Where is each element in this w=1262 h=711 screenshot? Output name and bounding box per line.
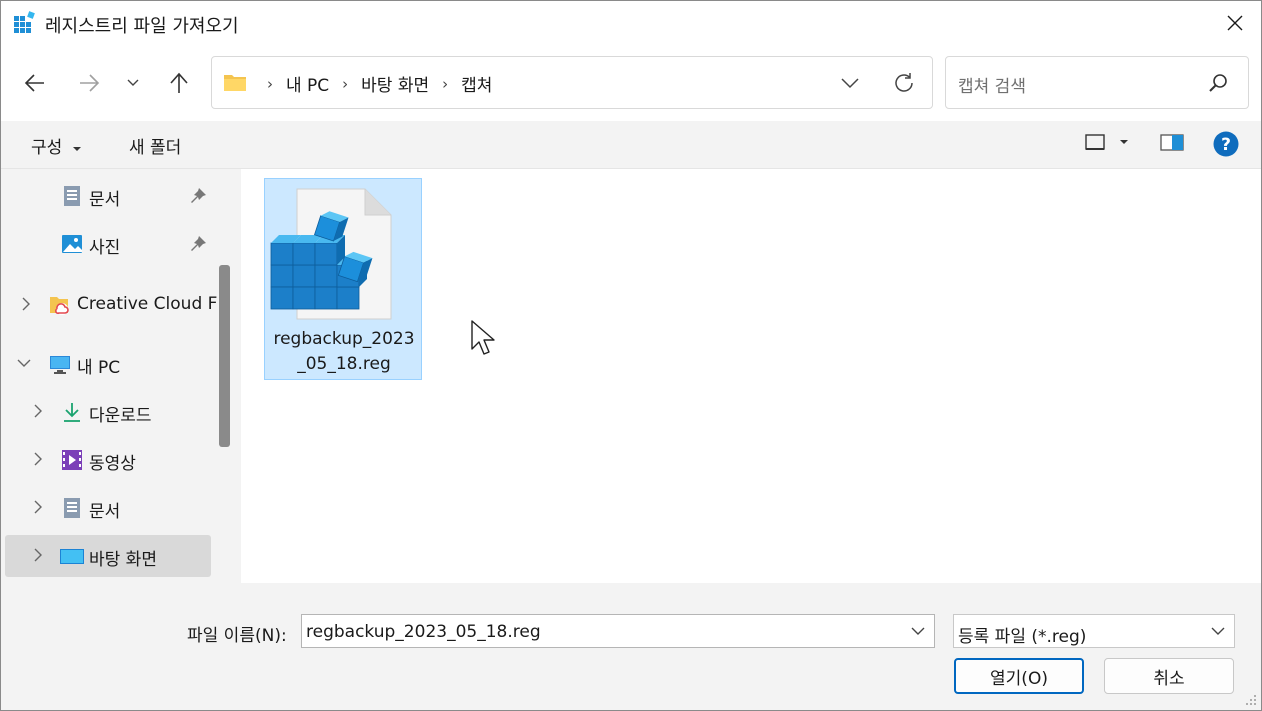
preview-pane-button[interactable]: [1159, 131, 1185, 160]
chevron-down-icon[interactable]: [910, 624, 926, 638]
navigation-bar: › 내 PC › 바탕 화면 › 캡쳐 캡쳐 검색: [1, 45, 1261, 121]
filename-label: 파일 이름(N):: [187, 626, 287, 646]
breadcrumb-separator-icon: ›: [267, 74, 273, 93]
registry-editor-icon: [14, 11, 35, 33]
window-title: 레지스트리 파일 가져오기: [45, 16, 239, 37]
video-icon: [62, 450, 82, 470]
tree-label: Creative Cloud F: [77, 294, 218, 314]
address-history-chevron-icon[interactable]: [838, 73, 862, 93]
caret-down-icon: [72, 147, 81, 151]
tree-item-pictures-pinned[interactable]: 사진: [5, 223, 211, 265]
command-bar: 구성 새 폴더 ?: [1, 121, 1261, 169]
recent-locations-button[interactable]: [115, 65, 151, 101]
navigation-pane: 문서 사진 Creative Cloud F 내 PC 다운로드 동영상 문서 …: [1, 169, 237, 583]
document-icon: [64, 186, 80, 206]
view-layout-icon: [1085, 134, 1128, 150]
nav-pane-scrollbar[interactable]: [219, 265, 230, 447]
organize-button[interactable]: 구성: [31, 133, 82, 158]
up-button[interactable]: [161, 65, 197, 101]
chevron-right-icon[interactable]: [31, 451, 45, 467]
tree-label: 문서: [89, 502, 121, 522]
cancel-button[interactable]: 취소: [1104, 658, 1234, 694]
tree-item-my-pc[interactable]: 내 PC: [5, 343, 211, 385]
forward-button[interactable]: [71, 65, 107, 101]
svg-text:?: ?: [1221, 135, 1231, 155]
search-input[interactable]: 캡쳐 검색: [945, 56, 1249, 109]
new-folder-label: 새 폴더: [129, 138, 182, 158]
tree-label: 바탕 화면: [89, 550, 157, 570]
dialog-footer: 파일 이름(N): regbackup_2023_05_18.reg 등록 파일…: [1, 583, 1261, 710]
help-icon: ?: [1213, 131, 1239, 157]
pin-icon: [191, 188, 206, 203]
file-name-line-1: regbackup_2023: [273, 329, 415, 349]
filetype-value: 등록 파일 (*.reg): [958, 627, 1087, 647]
chevron-down-icon: [127, 79, 139, 86]
chevron-down-icon: [1211, 627, 1225, 635]
file-list: regbackup_2023 _05_18.reg: [241, 169, 1261, 583]
close-button[interactable]: [1209, 1, 1261, 45]
title-bar: 레지스트리 파일 가져오기: [1, 1, 1261, 45]
chevron-right-icon[interactable]: [31, 547, 45, 563]
file-name-line-2: _05_18.reg: [297, 354, 391, 374]
filename-field[interactable]: regbackup_2023_05_18.reg: [301, 614, 935, 648]
cancel-button-label: 취소: [1153, 668, 1185, 689]
arrow-left-icon: [24, 74, 44, 92]
pictures-icon: [62, 235, 82, 253]
creative-cloud-folder-icon: [50, 297, 69, 315]
chevron-right-icon[interactable]: [31, 403, 45, 419]
breadcrumb-desktop[interactable]: 바탕 화면: [357, 71, 433, 96]
tree-item-documents[interactable]: 문서: [5, 487, 211, 529]
breadcrumb-separator-icon: ›: [342, 74, 349, 93]
registry-file-icon: [270, 188, 392, 320]
chevron-down-icon[interactable]: [17, 355, 31, 371]
breadcrumb-capture[interactable]: 캡쳐: [457, 71, 496, 96]
search-placeholder: 캡쳐 검색: [958, 77, 1026, 97]
new-folder-button[interactable]: 새 폴더: [129, 133, 181, 158]
tree-item-videos[interactable]: 동영상: [5, 439, 211, 481]
back-button[interactable]: [17, 65, 53, 101]
search-icon: [1209, 74, 1227, 92]
filename-value: regbackup_2023_05_18.reg: [306, 622, 541, 642]
desktop-icon: [60, 549, 84, 564]
tree-item-documents-pinned[interactable]: 문서: [5, 175, 211, 217]
mouse-cursor-icon: [471, 320, 495, 355]
breadcrumb: › 내 PC › 바탕 화면 › 캡쳐: [258, 71, 496, 97]
preview-pane-icon: [1160, 134, 1184, 151]
file-item[interactable]: regbackup_2023 _05_18.reg: [264, 178, 422, 380]
file-open-dialog: 레지스트리 파일 가져오기 › 내 PC › 바탕 화면 › 캡쳐 캡쳐 검색 …: [0, 0, 1262, 711]
tree-label: 내 PC: [77, 358, 121, 378]
folder-icon: [224, 75, 246, 91]
document-icon: [64, 498, 80, 518]
tree-item-creative-cloud[interactable]: Creative Cloud F: [5, 284, 217, 326]
tree-label: 동영상: [89, 454, 136, 474]
address-bar[interactable]: › 내 PC › 바탕 화면 › 캡쳐: [211, 56, 933, 109]
open-button[interactable]: 열기(O): [954, 658, 1084, 694]
file-name: regbackup_2023 _05_18.reg: [269, 327, 419, 377]
pc-icon: [50, 356, 70, 374]
close-icon: [1227, 15, 1243, 31]
arrow-up-icon: [170, 72, 188, 93]
open-button-label: 열기(O): [990, 668, 1048, 689]
refresh-icon[interactable]: [892, 71, 916, 95]
tree-label: 사진: [89, 238, 121, 258]
view-options-button[interactable]: [1083, 131, 1131, 160]
chevron-right-icon[interactable]: [31, 499, 45, 515]
organize-label: 구성: [31, 138, 63, 158]
breadcrumb-separator-icon: ›: [442, 74, 449, 93]
arrow-right-icon: [80, 74, 100, 92]
help-button[interactable]: ?: [1212, 130, 1240, 163]
tree-item-downloads[interactable]: 다운로드: [5, 391, 211, 433]
pin-icon: [191, 236, 206, 251]
download-icon: [64, 403, 80, 422]
chevron-right-icon[interactable]: [19, 296, 33, 312]
resize-grip-icon[interactable]: [1245, 694, 1257, 706]
tree-label: 문서: [89, 190, 121, 210]
breadcrumb-my-pc[interactable]: 내 PC: [282, 71, 333, 96]
filetype-select[interactable]: 등록 파일 (*.reg): [953, 614, 1235, 648]
tree-label: 다운로드: [89, 406, 152, 426]
tree-item-desktop[interactable]: 바탕 화면: [5, 535, 211, 577]
